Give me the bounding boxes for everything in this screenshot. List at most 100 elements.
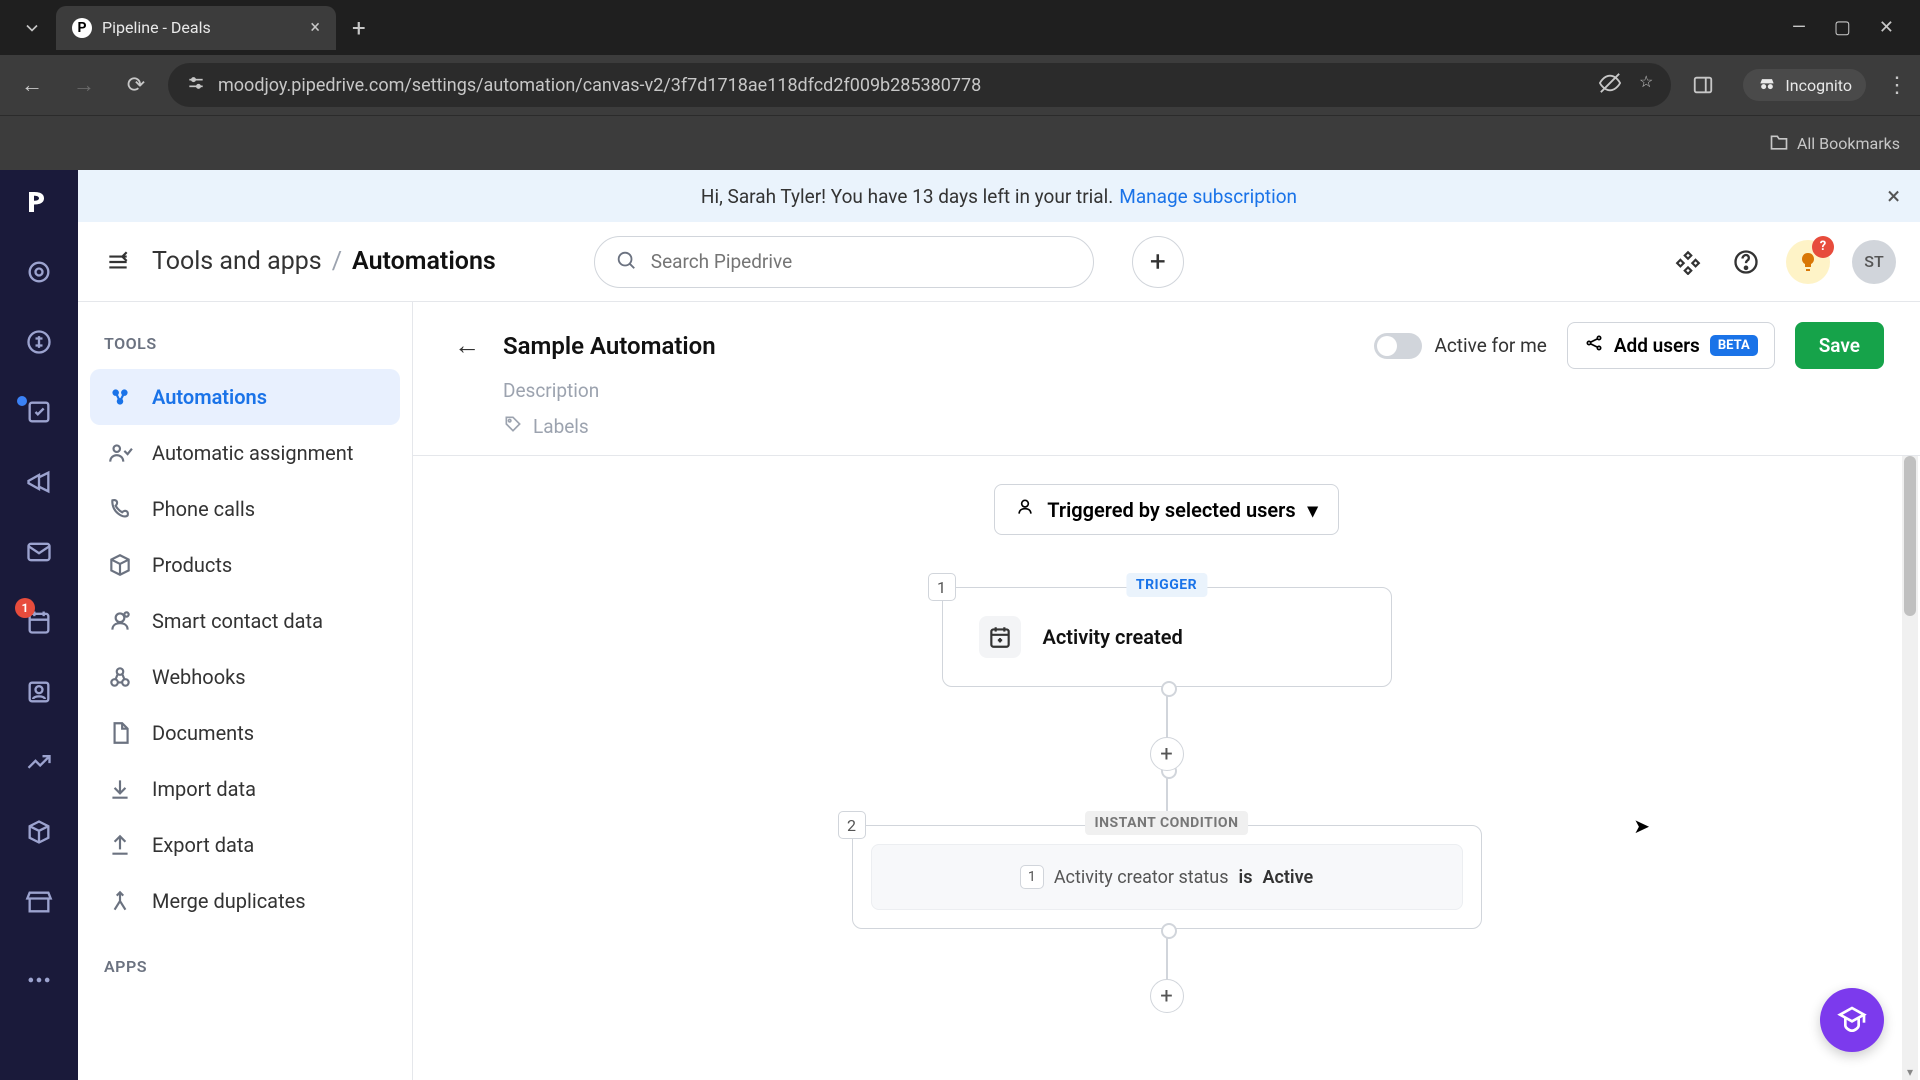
connector-line [1166,929,1168,981]
add-step-button[interactable]: + [1150,979,1184,1013]
rail-item-insights[interactable] [21,744,57,780]
search-box[interactable] [594,236,1094,288]
condition-operator: is [1239,867,1253,888]
tab-close-icon[interactable]: × [310,17,320,38]
canvas-area: ← Sample Automation Active for me Add us… [413,302,1920,1080]
incognito-label: Incognito [1785,76,1852,95]
help-fab[interactable] [1820,988,1884,1052]
tips-bulb-icon[interactable]: ? [1786,240,1830,284]
rail-item-campaigns[interactable] [21,464,57,500]
node-type-badge: INSTANT CONDITION [1085,811,1249,835]
new-tab-button[interactable]: + [352,14,366,42]
breadcrumb-separator: / [332,247,342,276]
node-number: 2 [838,811,866,839]
node-type-badge: TRIGGER [1126,573,1207,597]
trigger-node-title: Activity created [1043,625,1183,649]
sidebar-item-phone-calls[interactable]: Phone calls [90,481,400,537]
search-input[interactable] [651,250,1073,273]
rail-item-contacts[interactable] [21,674,57,710]
phone-icon [106,495,134,523]
rail-item-mail[interactable] [21,534,57,570]
scrollbar[interactable]: ▾ [1902,456,1918,1080]
sidebar-item-auto-assignment[interactable]: Automatic assignment [90,425,400,481]
minimize-icon[interactable]: — [1792,17,1806,38]
flow-canvas[interactable]: Triggered by selected users ▾ 1 TRIGGER … [413,456,1920,1080]
nav-forward-icon[interactable]: → [64,65,104,105]
trigger-user-select[interactable]: Triggered by selected users ▾ [994,484,1338,535]
rail-item-products[interactable] [21,814,57,850]
rail-item-more[interactable] [21,962,57,998]
browser-chrome: P Pipeline - Deals × + — ▢ ✕ ← → ⟳ moodj… [0,0,1920,170]
condition-number: 1 [1020,865,1044,889]
description-field[interactable]: Description [449,379,1884,402]
quick-add-button[interactable]: + [1132,236,1184,288]
all-bookmarks-button[interactable]: All Bookmarks [1769,133,1900,153]
add-users-button[interactable]: Add users BETA [1567,322,1775,369]
active-toggle-group: Active for me [1374,333,1546,359]
sidebar-item-smart-contact[interactable]: Smart contact data [90,593,400,649]
top-header: Tools and apps / Automations + ? ST [78,222,1920,302]
chevron-down-icon: ▾ [1308,498,1318,522]
avatar[interactable]: ST [1852,240,1896,284]
site-settings-icon[interactable] [186,73,206,98]
breadcrumb: Tools and apps / Automations [152,247,496,276]
trigger-node[interactable]: 1 TRIGGER Activity created [942,587,1392,687]
beta-badge: BETA [1710,335,1758,356]
rail-item-projects[interactable] [21,394,57,430]
rail-item-marketplace[interactable] [21,884,57,920]
tabs-dropdown-icon[interactable] [8,4,56,52]
sidebar-item-label: Webhooks [152,665,246,689]
breadcrumb-root[interactable]: Tools and apps [152,247,322,276]
manage-subscription-link[interactable]: Manage subscription [1119,185,1297,208]
sidebar-item-label: Export data [152,833,254,857]
scrollbar-thumb[interactable] [1904,456,1916,616]
nav-reload-icon[interactable]: ⟳ [116,65,156,105]
address-bar[interactable]: moodjoy.pipedrive.com/settings/automatio… [168,63,1671,107]
add-step-button[interactable]: + [1150,737,1184,771]
bookmarks-bar: All Bookmarks [0,115,1920,170]
labels-field[interactable]: Labels [449,414,1884,439]
side-panel-icon[interactable] [1683,65,1723,105]
trial-close-icon[interactable]: × [1887,182,1900,210]
tab-bar: P Pipeline - Deals × + — ▢ ✕ [0,0,1920,55]
sidebar-item-label: Automatic assignment [152,441,353,465]
save-button[interactable]: Save [1795,322,1884,369]
condition-row[interactable]: 1 Activity creator status is Active [871,844,1463,910]
browser-menu-icon[interactable]: ⋮ [1886,73,1908,98]
trial-text: Hi, Sarah Tyler! You have 13 days left i… [701,185,1113,208]
merge-icon [106,887,134,915]
active-toggle[interactable] [1374,333,1422,359]
maximize-icon[interactable]: ▢ [1834,17,1851,38]
eye-off-icon[interactable] [1599,72,1621,98]
sidebar-toggle-icon[interactable] [102,246,134,278]
sidebar-section-apps: APPS [90,949,400,992]
nav-back-icon[interactable]: ← [12,65,52,105]
apps-icon[interactable] [1670,244,1706,280]
sidebar-item-export-data[interactable]: Export data [90,817,400,873]
rail-item-activities[interactable]: 1 [21,604,57,640]
close-window-icon[interactable]: ✕ [1879,17,1894,38]
sidebar-item-webhooks[interactable]: Webhooks [90,649,400,705]
add-users-label: Add users [1614,334,1700,357]
bookmark-star-icon[interactable]: ☆ [1639,72,1653,98]
help-icon[interactable] [1728,244,1764,280]
trigger-select-label: Triggered by selected users [1047,498,1295,522]
sidebar-item-documents[interactable]: Documents [90,705,400,761]
incognito-chip[interactable]: Incognito [1743,69,1866,101]
rail-item-leads[interactable] [21,254,57,290]
back-arrow-icon[interactable]: ← [449,328,485,364]
app-logo[interactable] [21,184,57,220]
products-icon [106,551,134,579]
browser-tab[interactable]: P Pipeline - Deals × [56,6,336,50]
automation-title[interactable]: Sample Automation [503,332,716,360]
sidebar-item-merge-duplicates[interactable]: Merge duplicates [90,873,400,929]
sidebar-item-automations[interactable]: Automations [90,369,400,425]
scroll-down-icon[interactable]: ▾ [1902,1064,1918,1080]
sidebar-item-label: Products [152,553,232,577]
rail-item-deals[interactable] [21,324,57,360]
app-body: Hi, Sarah Tyler! You have 13 days left i… [78,170,1920,1080]
sidebar-item-label: Documents [152,721,254,745]
sidebar-item-import-data[interactable]: Import data [90,761,400,817]
sidebar-item-products[interactable]: Products [90,537,400,593]
condition-node[interactable]: 2 INSTANT CONDITION 1 Activity creator s… [852,825,1482,929]
